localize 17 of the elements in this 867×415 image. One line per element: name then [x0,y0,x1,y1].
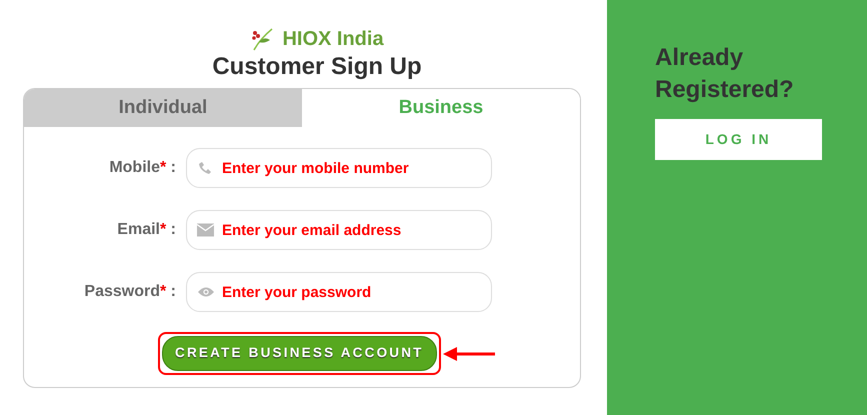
phone-icon [197,160,213,176]
field-label: Mobile* : [108,158,177,178]
login-button[interactable]: LOG IN [655,118,822,160]
tab[interactable]: Individual [24,89,302,128]
field-label: Password* : [83,282,177,302]
brand-name: HIOX India [282,27,384,52]
side-heading: Already Registered? [655,43,795,106]
page-title: Customer Sign Up [211,54,423,80]
input-field[interactable]: Enter your mobile number [186,148,492,188]
create-account-button[interactable]: CREATE BUSINESS ACCOUNT [162,336,437,371]
eye-icon [197,286,215,298]
input-field[interactable]: Enter your email address [186,210,492,250]
leaf-logo-icon [250,27,274,51]
arrow-annotation [440,346,497,362]
field-label: Email* : [116,220,177,240]
envelope-icon [197,224,214,237]
input-field[interactable]: Enter your password [186,272,492,312]
